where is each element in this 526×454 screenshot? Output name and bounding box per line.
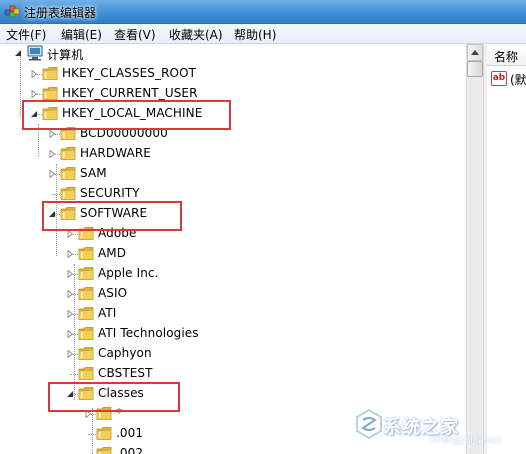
scroll-up-button[interactable] bbox=[467, 44, 483, 61]
tree-item-label: HKEY_CLASSES_ROOT bbox=[62, 66, 197, 80]
highlight-hkey-local-machine bbox=[22, 100, 231, 130]
collapsed-arrow-icon[interactable] bbox=[66, 250, 74, 258]
collapsed-arrow-icon[interactable] bbox=[48, 170, 56, 178]
tree-item[interactable]: AMD bbox=[0, 244, 460, 264]
scroll-thumb[interactable] bbox=[467, 61, 483, 77]
collapsed-arrow-icon[interactable] bbox=[48, 130, 56, 138]
tree-item[interactable]: ASIO bbox=[0, 284, 460, 304]
folder-icon bbox=[96, 447, 112, 454]
window-title: 注册表编辑器 bbox=[24, 6, 97, 20]
folder-icon bbox=[78, 267, 94, 280]
folder-icon bbox=[78, 367, 94, 380]
menu-file[interactable]: 文件(F) bbox=[6, 26, 46, 43]
tree-item-label: HKEY_CURRENT_USER bbox=[62, 86, 198, 100]
tree-item-label: .002 bbox=[116, 446, 144, 454]
folder-icon bbox=[78, 347, 94, 360]
tree-item[interactable]: ATI bbox=[0, 304, 460, 324]
menu-favorites[interactable]: 收藏夹(A) bbox=[169, 26, 223, 43]
tree-item-label: SECURITY bbox=[80, 186, 140, 200]
title-bar[interactable]: 注册表编辑器 bbox=[0, 0, 526, 24]
watermark-logo-icon bbox=[356, 409, 382, 439]
folder-icon bbox=[60, 167, 76, 180]
tree-item-label: HARDWARE bbox=[80, 146, 151, 160]
computer-icon bbox=[27, 45, 43, 61]
tree-root-label: 计算机 bbox=[47, 48, 84, 62]
collapsed-arrow-icon[interactable] bbox=[48, 150, 56, 158]
highlight-classes bbox=[48, 382, 180, 412]
tree-item-label: AMD bbox=[98, 246, 127, 260]
folder-icon bbox=[60, 147, 76, 160]
collapsed-arrow-icon[interactable] bbox=[66, 350, 74, 358]
watermark-url: XiTongZhiJia.net bbox=[429, 436, 502, 446]
menu-help[interactable]: 帮助(H) bbox=[234, 26, 276, 43]
tree-item[interactable]: HKEY_CLASSES_ROOT bbox=[0, 64, 460, 84]
menu-bar: 文件(F) 编辑(E) 查看(V) 收藏夹(A) 帮助(H) bbox=[0, 24, 526, 44]
collapsed-arrow-icon[interactable] bbox=[66, 310, 74, 318]
folder-icon bbox=[96, 427, 112, 440]
tree-item[interactable]: SAM bbox=[0, 164, 460, 184]
values-pane[interactable]: 名称 ab (默 bbox=[487, 44, 526, 454]
folder-icon bbox=[60, 187, 76, 200]
tree-item[interactable]: HARDWARE bbox=[0, 144, 460, 164]
tree-root-computer[interactable]: 计算机 bbox=[0, 44, 460, 64]
value-name: (默 bbox=[510, 73, 526, 87]
folder-icon bbox=[78, 247, 94, 260]
tree-item-label: Apple Inc. bbox=[98, 266, 159, 280]
menu-view[interactable]: 查看(V) bbox=[114, 26, 156, 43]
string-value-icon: ab bbox=[491, 71, 507, 86]
tree-item[interactable]: CBSTEST bbox=[0, 364, 460, 384]
collapsed-arrow-icon[interactable] bbox=[66, 290, 74, 298]
folder-icon bbox=[78, 327, 94, 340]
tree-item-label: CBSTEST bbox=[98, 366, 153, 380]
name-column-header[interactable]: 名称 bbox=[487, 44, 526, 66]
highlight-software bbox=[42, 201, 182, 231]
tree-item[interactable]: Apple Inc. bbox=[0, 264, 460, 284]
folder-icon bbox=[78, 307, 94, 320]
folder-icon bbox=[42, 67, 58, 80]
menu-edit[interactable]: 编辑(E) bbox=[61, 26, 102, 43]
tree-vertical-scrollbar[interactable] bbox=[466, 44, 483, 454]
scroll-up-arrow-icon bbox=[471, 50, 479, 55]
tree-item-label: ATI bbox=[98, 306, 117, 320]
tree-item-label: ASIO bbox=[98, 286, 128, 300]
registry-editor-icon bbox=[4, 5, 20, 18]
folder-icon bbox=[42, 87, 58, 100]
folder-icon bbox=[78, 287, 94, 300]
collapsed-arrow-icon[interactable] bbox=[66, 330, 74, 338]
tree-item[interactable]: Caphyon bbox=[0, 344, 460, 364]
collapsed-arrow-icon[interactable] bbox=[66, 270, 74, 278]
tree-item-label: SAM bbox=[80, 166, 107, 180]
tree-item-label: Caphyon bbox=[98, 346, 152, 360]
collapsed-arrow-icon[interactable] bbox=[30, 90, 38, 98]
watermark: 系统之家 XiTongZhiJia.net bbox=[355, 404, 525, 450]
tree-item[interactable]: ATI Technologies bbox=[0, 324, 460, 344]
tree-item-label: ATI Technologies bbox=[98, 326, 199, 340]
collapsed-arrow-icon[interactable] bbox=[30, 70, 38, 78]
collapsed-arrow-icon[interactable] bbox=[66, 230, 74, 238]
name-column-label: 名称 bbox=[494, 50, 519, 64]
tree-item-label: .001 bbox=[116, 426, 144, 440]
